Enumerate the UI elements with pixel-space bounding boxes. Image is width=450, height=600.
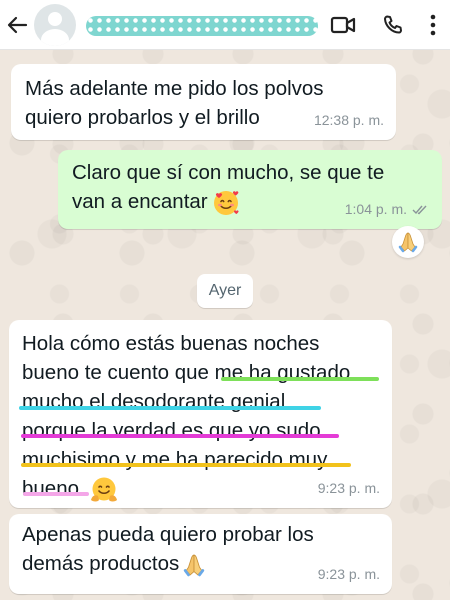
- phone-call-icon[interactable]: [382, 14, 404, 36]
- message-time: 9:23 p. m.: [317, 480, 380, 496]
- arrow-left-icon: [7, 16, 28, 33]
- message-text-line: bueno te cuento que me ha gustado: [22, 361, 351, 384]
- date-separator: Ayer: [197, 274, 253, 308]
- message-meta: 1:04 p. m.: [345, 195, 430, 224]
- back-button[interactable]: [2, 0, 32, 50]
- video-call-icon[interactable]: [330, 15, 356, 35]
- hugging-face-icon: [90, 477, 117, 502]
- message-time: 1:04 p. m.: [344, 201, 407, 217]
- message-meta: 12:38 p. m.: [314, 106, 384, 135]
- double-check-icon: [412, 205, 427, 215]
- name-redaction-scribble: [86, 15, 318, 36]
- message-time: 12:38 p. m.: [313, 112, 384, 128]
- message-incoming[interactable]: Apenas pueda quiero probar los demás pro…: [9, 514, 392, 594]
- message-text-line: porque la verdad es que yo sudo: [22, 419, 321, 442]
- message-incoming[interactable]: Más adelante me pido los polvos quiero p…: [11, 64, 396, 140]
- highlight-underline-cyan: [19, 406, 321, 410]
- highlight-underline-yellow: [21, 463, 351, 467]
- more-options-icon[interactable]: [430, 14, 436, 36]
- highlight-underline-magenta: [21, 434, 339, 438]
- message-text-line: Apenas pueda quiero probar los: [22, 523, 314, 546]
- highlight-underline-green: [221, 377, 379, 381]
- message-text-line: mucho el desodorante genial: [22, 390, 286, 413]
- contact-avatar[interactable]: [34, 3, 76, 46]
- folded-hands-icon: [184, 554, 205, 576]
- message-text-line: Claro que sí con mucho, se que te: [72, 161, 385, 184]
- message-meta: 9:23 p. m.: [318, 560, 380, 589]
- message-incoming[interactable]: Hola cómo estás buenas noches bueno te c…: [9, 320, 392, 508]
- contact-name[interactable]: [86, 14, 321, 36]
- message-time: 9:23 p. m.: [317, 566, 380, 582]
- highlight-underline-pink: [23, 492, 89, 496]
- message-meta: 9:23 p. m.: [318, 474, 380, 503]
- message-outgoing[interactable]: Claro que sí con mucho, se que te van a …: [58, 150, 442, 229]
- smiling-face-with-hearts-icon: [213, 190, 239, 215]
- chat-header: [0, 0, 450, 50]
- message-reaction[interactable]: [392, 226, 424, 258]
- message-text-line: muchisimo y me ha parecido muy: [22, 448, 328, 471]
- message-text-line: Más adelante me pido los polvos: [25, 77, 324, 100]
- message-text-line: Hola cómo estás buenas noches: [22, 332, 320, 355]
- folded-hands-icon: [398, 232, 418, 253]
